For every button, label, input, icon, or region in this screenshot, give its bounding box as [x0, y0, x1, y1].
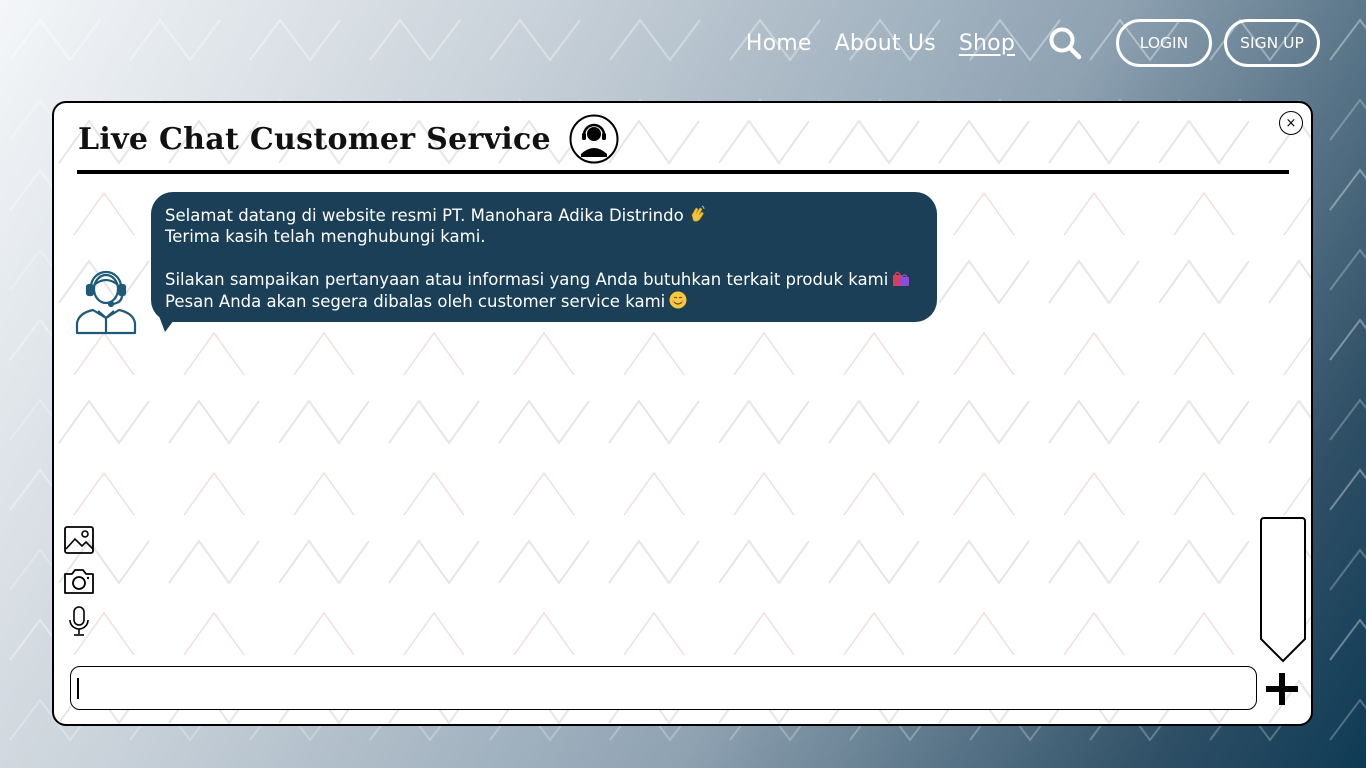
chat-header: Live Chat Customer Service — [78, 111, 619, 167]
live-chat-panel: Live Chat Customer Service × Selamat dat… — [52, 101, 1313, 726]
message-line-1: Selamat datang di website resmi PT. Mano… — [165, 206, 684, 225]
login-button[interactable]: LOGIN — [1116, 19, 1212, 67]
customer-service-agent-icon — [75, 270, 137, 335]
nav-shop-link[interactable]: Shop — [959, 31, 1015, 56]
search-icon — [1049, 27, 1082, 60]
waving-hand-emoji — [691, 205, 705, 222]
bubble-tail — [159, 316, 177, 332]
customer-service-icon — [569, 114, 619, 164]
top-navigation: Home About Us Shop LOGIN SIGN UP — [723, 18, 1320, 68]
shopping-bags-emoji — [893, 271, 910, 286]
camera-icon[interactable] — [63, 565, 95, 597]
attachment-menu — [1260, 517, 1306, 663]
chat-title: Live Chat Customer Service — [78, 121, 551, 157]
signup-button[interactable]: SIGN UP — [1224, 19, 1320, 67]
nav-home-link[interactable]: Home — [746, 31, 812, 56]
agent-message-bubble: Selamat datang di website resmi PT. Mano… — [151, 192, 937, 322]
smiling-face-emoji — [669, 291, 687, 309]
header-divider — [77, 170, 1289, 174]
message-line-4: Pesan Anda akan segera dibalas oleh cust… — [165, 292, 666, 311]
plus-icon[interactable] — [1264, 671, 1300, 707]
message-input[interactable] — [70, 666, 1257, 710]
nav-about-link[interactable]: About Us — [835, 31, 936, 56]
message-line-2: Terima kasih telah menghubungi kami. — [165, 227, 486, 246]
message-line-3: Silakan sampaikan pertanyaan atau inform… — [165, 270, 889, 289]
search-button[interactable] — [1047, 25, 1083, 61]
text-caret — [77, 678, 79, 699]
close-chat-button[interactable]: × — [1279, 111, 1303, 135]
image-icon[interactable] — [63, 524, 95, 556]
microphone-icon[interactable] — [63, 605, 95, 637]
